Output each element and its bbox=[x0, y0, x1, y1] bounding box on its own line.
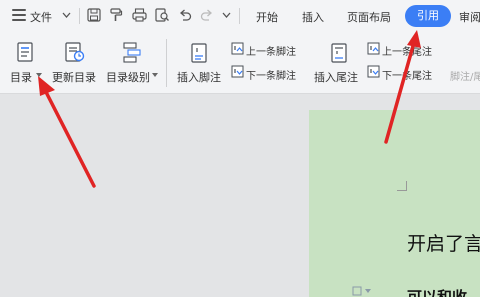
arrow-to-toc bbox=[38, 76, 96, 188]
annotation-arrows bbox=[38, 30, 421, 188]
arrow-to-references-tab bbox=[384, 30, 421, 144]
